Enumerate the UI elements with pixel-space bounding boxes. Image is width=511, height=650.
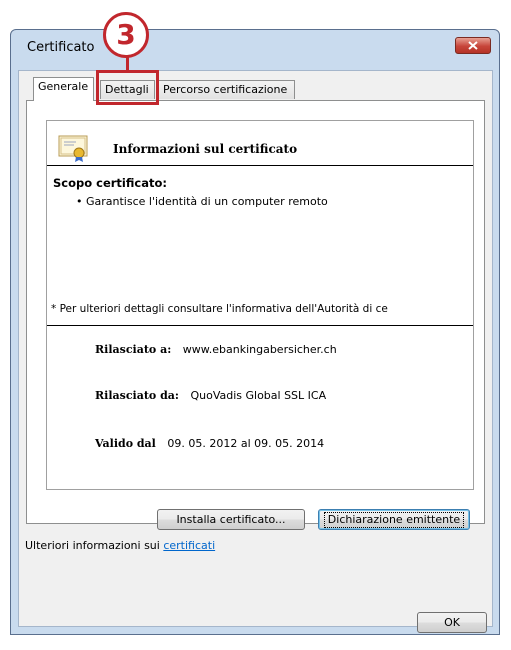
issued-by-value: QuoVadis Global SSL ICA: [190, 389, 327, 402]
certificate-info-heading: Informazioni sul certificato: [113, 142, 298, 156]
validity-value: 09. 05. 2012 al 09. 05. 2014: [167, 437, 325, 450]
install-certificate-button[interactable]: Installa certificato...: [157, 509, 305, 530]
validity-label: Valido dal: [95, 437, 156, 450]
ok-button[interactable]: OK: [417, 612, 487, 633]
separator: [47, 165, 473, 166]
issued-by-row: Rilasciato da: QuoVadis Global SSL ICA: [95, 389, 326, 402]
issued-to-row: Rilasciato a: www.ebankingabersicher.ch: [95, 343, 337, 356]
dettagli-tab-highlight: [96, 70, 159, 105]
scope-title: Scopo certificato:: [53, 176, 167, 190]
step-number-badge: 3: [103, 12, 149, 58]
validity-row: Valido dal 09. 05. 2012 al 09. 05. 2014: [95, 437, 324, 450]
window-title: Certificato: [27, 40, 95, 55]
issuer-statement-button[interactable]: Dichiarazione emittente: [318, 509, 470, 530]
badge-connector: [126, 56, 129, 70]
issuer-statement-note: * Per ulteriori dettagli consultare l'in…: [51, 303, 388, 315]
more-info-text: Ulteriori informazioni sui certificati: [25, 539, 215, 552]
issued-to-value: www.ebankingabersicher.ch: [182, 343, 337, 356]
issued-to-label: Rilasciato a:: [95, 343, 172, 356]
certificate-info-panel: Informazioni sul certificato Scopo certi…: [46, 120, 474, 490]
more-info-label: Ulteriori informazioni sui: [25, 539, 164, 552]
issuer-statement-button-label: Dichiarazione emittente: [323, 512, 465, 528]
certificate-icon: [58, 135, 88, 162]
close-icon: [468, 41, 478, 50]
close-button[interactable]: [455, 37, 491, 54]
issued-by-label: Rilasciato da:: [95, 389, 179, 402]
separator: [47, 325, 473, 326]
scope-item: • Garantisce l'identità di un computer r…: [76, 195, 328, 208]
tab-percorso-certificazione[interactable]: Percorso certificazione: [158, 80, 295, 99]
tab-generale[interactable]: Generale: [33, 77, 94, 101]
title-bar[interactable]: Certificato: [11, 30, 499, 62]
certificates-link[interactable]: certificati: [163, 539, 215, 552]
